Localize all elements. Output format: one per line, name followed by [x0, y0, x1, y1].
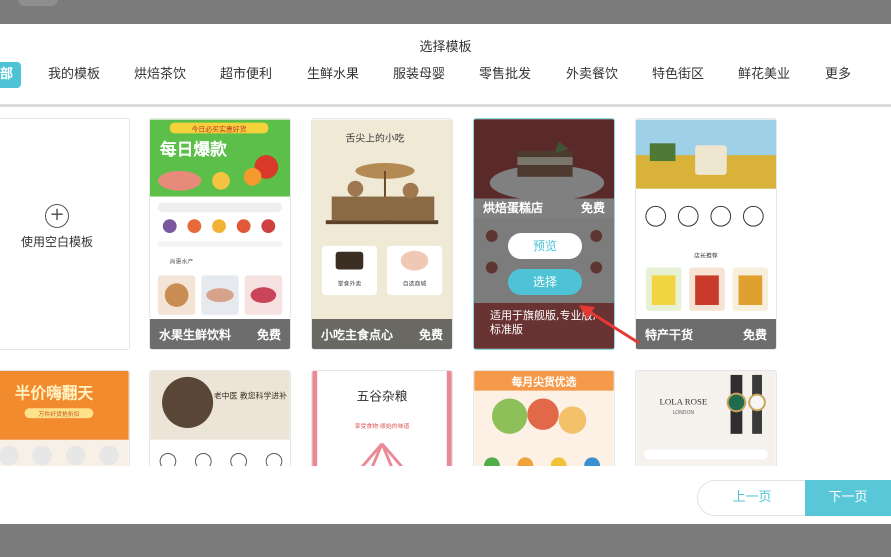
lola-rose-sub: LONDON	[673, 410, 695, 416]
template-name: 小吃主食点心	[321, 328, 394, 342]
template-card-fruit[interactable]: 今日必买实惠好货 每日爆款 尚惠水产 水果生鲜饮料 免费	[149, 118, 291, 350]
tabs-divider	[0, 104, 891, 107]
template-card-bakery[interactable]: 烘焙蛋糕店 免费 预览 选择 适用于旗舰版,专业版,标准版	[473, 118, 615, 350]
tab-more[interactable]: 更多	[825, 62, 851, 88]
template-price: 免费	[580, 201, 605, 215]
dialog-title: 选择模板	[419, 40, 472, 55]
template-grid: + 使用空白模板 今日必买实惠好货 每日爆款 尚惠水产 水果生鲜饮料 免费 舌尖…	[0, 108, 891, 466]
blank-template-label: 使用空白模板	[21, 235, 94, 249]
template-card-chinese-medicine[interactable]: 老中医 教您科学进补	[149, 370, 291, 466]
backdrop-top	[0, 0, 891, 24]
category-tabs: 部 我的模板 烘焙茶饮 超市便利 生鲜水果 服装母婴 零售批发 外卖餐饮 特色街…	[0, 62, 891, 88]
fruit-section: 尚惠水产	[170, 258, 194, 266]
tab-fresh-fruit[interactable]: 生鲜水果	[307, 62, 359, 88]
template-info-bar: 小吃主食点心 免费	[312, 319, 452, 349]
backdrop-shape	[18, 0, 58, 6]
grains-banner: 五谷杂粮	[357, 389, 408, 404]
template-price: 免费	[418, 328, 443, 342]
snack-cat1: 堂食外卖	[338, 279, 362, 287]
blank-template-card[interactable]: + 使用空白模板	[0, 118, 130, 350]
lola-rose-banner: LOLA ROSE	[660, 396, 708, 406]
template-card-specialty[interactable]: 店长推荐 特产干货 免费	[635, 118, 777, 350]
tab-apparel-baby[interactable]: 服装母婴	[393, 62, 445, 88]
half-price-template-thumbnail: 半价嗨翻天 万件好货抢折扣	[0, 371, 129, 466]
next-page-button[interactable]: 下一页	[805, 480, 891, 516]
tab-my-templates[interactable]: 我的模板	[48, 62, 100, 88]
grains-template-thumbnail: 五谷杂粮 享受食物·原始的味道	[312, 371, 452, 466]
half-price-banner: 半价嗨翻天	[15, 383, 94, 402]
tab-retail-wholesale[interactable]: 零售批发	[479, 62, 531, 88]
half-price-sub: 万件好货抢折扣	[38, 410, 79, 418]
specialty-template-thumbnail: 店长推荐	[636, 119, 776, 349]
medicine-template-thumbnail: 老中医 教您科学进补	[150, 371, 290, 466]
template-price: 免费	[742, 328, 767, 342]
grains-sub: 享受食物·原始的味道	[355, 422, 410, 430]
tab-street[interactable]: 特色街区	[652, 62, 704, 88]
template-card-snacks[interactable]: 舌尖上的小吃 堂食外卖 自选商城 小吃主食点心 免费	[311, 118, 453, 350]
template-name: 特产干货	[645, 328, 694, 342]
template-name: 水果生鲜饮料	[159, 328, 232, 342]
template-price: 免费	[256, 328, 281, 342]
template-info-bar: 特产干货 免费	[636, 319, 776, 349]
prev-page-button[interactable]: 上一页	[697, 480, 807, 516]
preview-button[interactable]: 预览	[508, 233, 582, 259]
template-info-bar: 水果生鲜饮料 免费	[150, 319, 290, 349]
select-button[interactable]: 选择	[508, 269, 582, 295]
lola-rose-template-thumbnail: LOLA ROSE LONDON	[636, 371, 776, 466]
template-card-grains[interactable]: 五谷杂粮 享受食物·原始的味道	[311, 370, 453, 466]
fruit-tagline: 今日必买实惠好货	[191, 124, 246, 133]
tab-supermarket[interactable]: 超市便利	[220, 62, 272, 88]
tab-takeout[interactable]: 外卖餐饮	[566, 62, 618, 88]
medicine-banner: 老中医 教您科学进补	[214, 390, 287, 400]
template-name: 烘焙蛋糕店	[483, 201, 544, 215]
snack-cat2: 自选商城	[403, 279, 427, 287]
plus-icon: +	[45, 204, 69, 228]
template-card-half-price[interactable]: 半价嗨翻天 万件好货抢折扣	[0, 370, 130, 466]
tab-flowers-beauty[interactable]: 鲜花美业	[738, 62, 790, 88]
monthly-picks-template-thumbnail: 每月尖货优选	[474, 371, 614, 466]
fruit-banner: 每日爆款	[160, 139, 227, 159]
snack-banner: 舌尖上的小吃	[346, 131, 405, 144]
template-card-monthly-picks[interactable]: 每月尖货优选	[473, 370, 615, 466]
tab-all[interactable]: 部	[0, 62, 22, 88]
snack-template-thumbnail: 舌尖上的小吃 堂食外卖 自选商城	[312, 119, 452, 349]
specialty-section: 店长推荐	[694, 252, 718, 260]
template-description: 适用于旗舰版,专业版,标准版	[490, 309, 596, 336]
monthly-picks-banner: 每月尖货优选	[512, 375, 577, 389]
template-card-lola-rose[interactable]: LOLA ROSE LONDON	[635, 370, 777, 466]
tab-bakery-tea[interactable]: 烘焙茶饮	[134, 62, 186, 88]
pagination-footer: 上一页 下一页	[0, 466, 891, 524]
template-dialog: 选择模板 部 我的模板 烘焙茶饮 超市便利 生鲜水果 服装母婴 零售批发 外卖餐…	[0, 24, 891, 524]
fruit-template-thumbnail: 今日必买实惠好货 每日爆款 尚惠水产	[150, 119, 290, 349]
backdrop-bottom	[0, 524, 891, 557]
